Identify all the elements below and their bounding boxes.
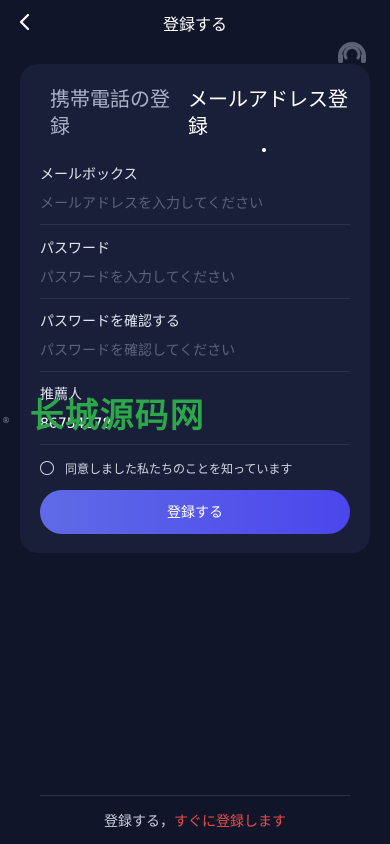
page-title: 登録する [162,15,227,34]
footer-text: 登録する， [104,814,174,830]
email-divider [40,224,350,225]
tab-email-registration[interactable]: メールアドレス登録 [188,86,363,140]
agreement-checkbox[interactable]: 同意しました私たちのことを知っています [40,459,350,477]
password-divider [40,298,350,299]
active-tab-indicator [262,148,266,152]
agreement-label: 同意しました私たちのことを知っています [65,461,293,476]
referrer-label: 推薦人 [40,387,82,403]
confirm-password-field-group: パスワードを確認する [40,313,350,372]
register-button[interactable]: 登録する [40,490,350,534]
login-link[interactable]: すぐに登録します [174,814,286,830]
footer: 登録する，すぐに登録します [0,811,390,831]
confirm-password-input[interactable] [40,341,350,361]
referrer-divider [40,444,350,445]
agreement-radio-icon[interactable] [40,461,54,475]
confirm-password-label: パスワードを確認する [40,314,180,330]
tab-phone-registration[interactable]: 携帯電話の登録 [50,86,180,140]
referrer-input[interactable] [40,414,350,434]
password-field-group: パスワード [40,240,350,299]
header: 登録する [0,0,390,44]
footer-divider [40,795,350,796]
email-label: メールボックス [40,167,138,183]
email-field-group: メールボックス [40,166,350,225]
email-input[interactable] [40,194,350,214]
password-label: パスワード [40,241,110,257]
password-input[interactable] [40,268,350,288]
registration-card: 携帯電話の登録 メールアドレス登録 メールボックス パスワード パスワードを確認… [20,64,370,553]
registered-mark: ® [2,416,10,425]
confirm-password-divider [40,371,350,372]
referrer-field-group: 推薦人 [40,386,350,445]
